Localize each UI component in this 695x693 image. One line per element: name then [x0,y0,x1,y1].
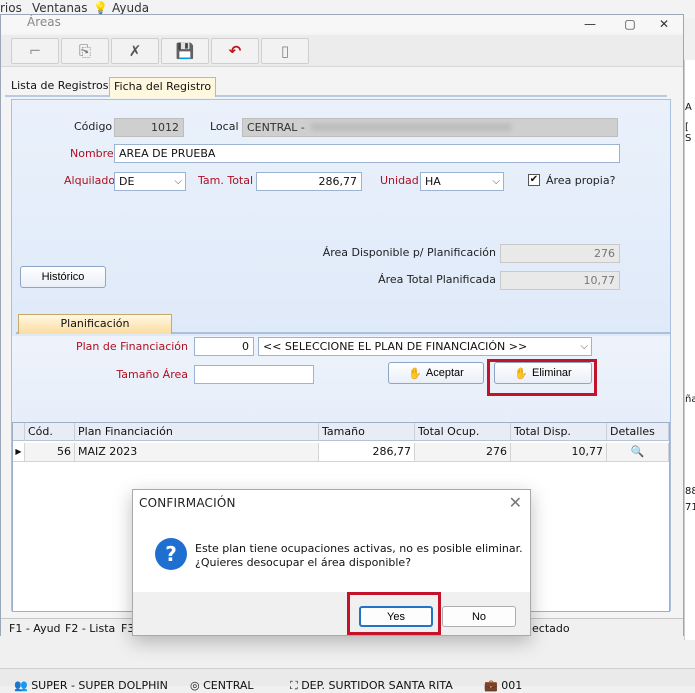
background-window-edge: A [ S ña 88 71 [684,60,695,640]
toolbar: ⌐ ⎘ ✗ 💾 ↶ ▯ [1,35,683,67]
local-field: CENTRAL - [242,118,618,137]
row-indicator-icon: ▶ [13,443,25,462]
delete-record-button[interactable]: ✗ [111,38,159,64]
highlight-box-yes [347,592,441,635]
lightbulb-icon: 💡 [93,1,108,15]
area-disponible-field: 276 [500,244,620,263]
codigo-label: Código [74,120,113,133]
grid-header-total-disp[interactable]: Total Disp. [511,423,607,441]
planificacion-tabs: Planificación [16,312,670,334]
dialog-message-line1: Este plan tiene ocupaciones activas, no … [195,542,523,555]
table-cell-total-disp[interactable]: 10,77 [511,443,607,462]
aceptar-label: Aceptar [425,367,464,379]
tab-lista-registros[interactable]: Lista de Registros [7,77,112,97]
menu-item-ayuda[interactable]: Ayuda [112,1,149,15]
edge-fragment: 71 [685,502,695,513]
grid-indicator-header [13,423,25,441]
table-cell-plan[interactable]: MAIZ 2023 [75,443,319,462]
dialog-title: CONFIRMACIÓN [139,496,236,510]
copy-record-button[interactable]: ⎘ [61,38,109,64]
alquilado-value: DE [119,175,135,188]
save-button[interactable]: 💾 [161,38,209,64]
alquilado-select[interactable]: DE ⌵ [114,172,186,191]
no-button[interactable]: No [442,606,516,627]
unidad-value: HA [425,175,441,188]
taskbar: 👥 SUPER - SUPER DOLPHIN ◎ CENTRAL ⛶ DEP.… [0,668,695,692]
plan-select-value: << SELECCIONE EL PLAN DE FINANCIACIÓN >> [263,340,528,353]
close-icon[interactable]: ✕ [651,15,677,33]
area-disponible-label: Área Disponible p/ Planificación [322,246,496,259]
plan-code-field[interactable]: 0 [194,337,254,356]
grid-header-tamano[interactable]: Tamaño [319,423,415,441]
local-label: Local [210,120,239,133]
grid-header-total-ocup[interactable]: Total Ocup. [415,423,511,441]
chevron-down-icon: ⌵ [174,176,182,187]
close-record-button[interactable]: ▯ [261,38,309,64]
historico-button[interactable]: Histórico [20,266,106,288]
tab-planificacion[interactable]: Planificación [18,314,172,334]
close-doc-icon: ▯ [280,42,290,60]
dialog-message: Este plan tiene ocupaciones activas, no … [195,542,523,570]
table-cell-tamano[interactable]: 286,77 [319,443,415,462]
hand-ok-icon: ✋ [408,367,422,380]
taskbar-deposit: ⛶ DEP. SURTIDOR SANTA RITA [290,679,453,693]
chevron-down-icon: ⌵ [492,176,500,187]
tam-total-label: Tam. Total [198,174,254,187]
save-icon: 💾 [175,42,195,60]
area-total-field: 10,77 [500,271,620,290]
undo-icon: ↶ [228,42,242,60]
codigo-field: 1012 [114,118,184,137]
edge-fragment: A [685,102,692,113]
search-icon[interactable]: 🔍 [607,443,669,462]
plan-financiacion-label: Plan de Financiación [75,340,188,353]
area-propia-checkbox[interactable]: ✔ [528,174,540,186]
alquilado-label: Alquilado [64,174,116,187]
menu-item-rios[interactable]: rios [0,1,22,15]
chevron-down-icon: ⌵ [580,341,588,352]
minimize-icon[interactable]: — [577,15,603,33]
grid-header-detalles[interactable]: Detalles [607,423,669,441]
nombre-field[interactable]: AREA DE PRUEBA [114,144,620,163]
tam-total-field[interactable]: 286,77 [256,172,362,191]
grid-header-cod[interactable]: Cód. [25,423,75,441]
edge-fragment: ña [685,394,695,405]
main-tabs: Lista de Registros Ficha del Registro [5,75,667,97]
edge-fragment: [ S [685,122,692,144]
highlight-box-eliminar [487,359,597,396]
menu-item-ventanas[interactable]: Ventanas [32,1,88,15]
tamano-area-field[interactable] [194,365,314,384]
new-icon: ⌐ [28,42,42,60]
status-f2: F2 - Lista [65,622,116,635]
new-record-button[interactable]: ⌐ [11,38,59,64]
local-value: CENTRAL - [247,121,305,134]
title-bar: Áreas — ▢ ✕ [1,15,683,33]
blurred-text [310,123,511,131]
question-icon: ? [155,538,187,570]
tab-ficha-registro[interactable]: Ficha del Registro [109,77,217,97]
maximize-icon[interactable]: ▢ [617,15,643,33]
tamano-area-label: Tamaño Área [116,368,188,381]
status-connection: ectado [532,622,570,635]
edge-fragment: 88 [685,486,695,497]
status-f1: F1 - Ayud [9,622,61,635]
table-cell-cod[interactable]: 56 [25,443,75,462]
aceptar-button[interactable]: ✋ Aceptar [388,362,484,384]
unidad-select[interactable]: HA ⌵ [420,172,504,191]
dialog-footer: Yes No [133,592,530,635]
area-propia-label: Área propia? [546,174,616,187]
nombre-label: Nombre [70,147,114,160]
undo-button[interactable]: ↶ [211,38,259,64]
plan-financiacion-select[interactable]: << SELECCIONE EL PLAN DE FINANCIACIÓN >>… [258,337,592,356]
copy-icon: ⎘ [78,42,91,60]
area-total-label: Área Total Planificada [378,273,496,286]
delete-icon: ✗ [128,42,142,60]
grid-header-plan[interactable]: Plan Financiación [75,423,319,441]
dialog-message-line2: ¿Quieres desocupar el área disponible? [195,556,412,569]
confirmation-dialog: CONFIRMACIÓN ✕ ? Este plan tiene ocupaci… [132,489,531,636]
unidad-label: Unidad [380,174,419,187]
window-title: Áreas [27,15,61,29]
close-icon[interactable]: ✕ [509,493,522,512]
table-cell-total-ocup[interactable]: 276 [415,443,511,462]
